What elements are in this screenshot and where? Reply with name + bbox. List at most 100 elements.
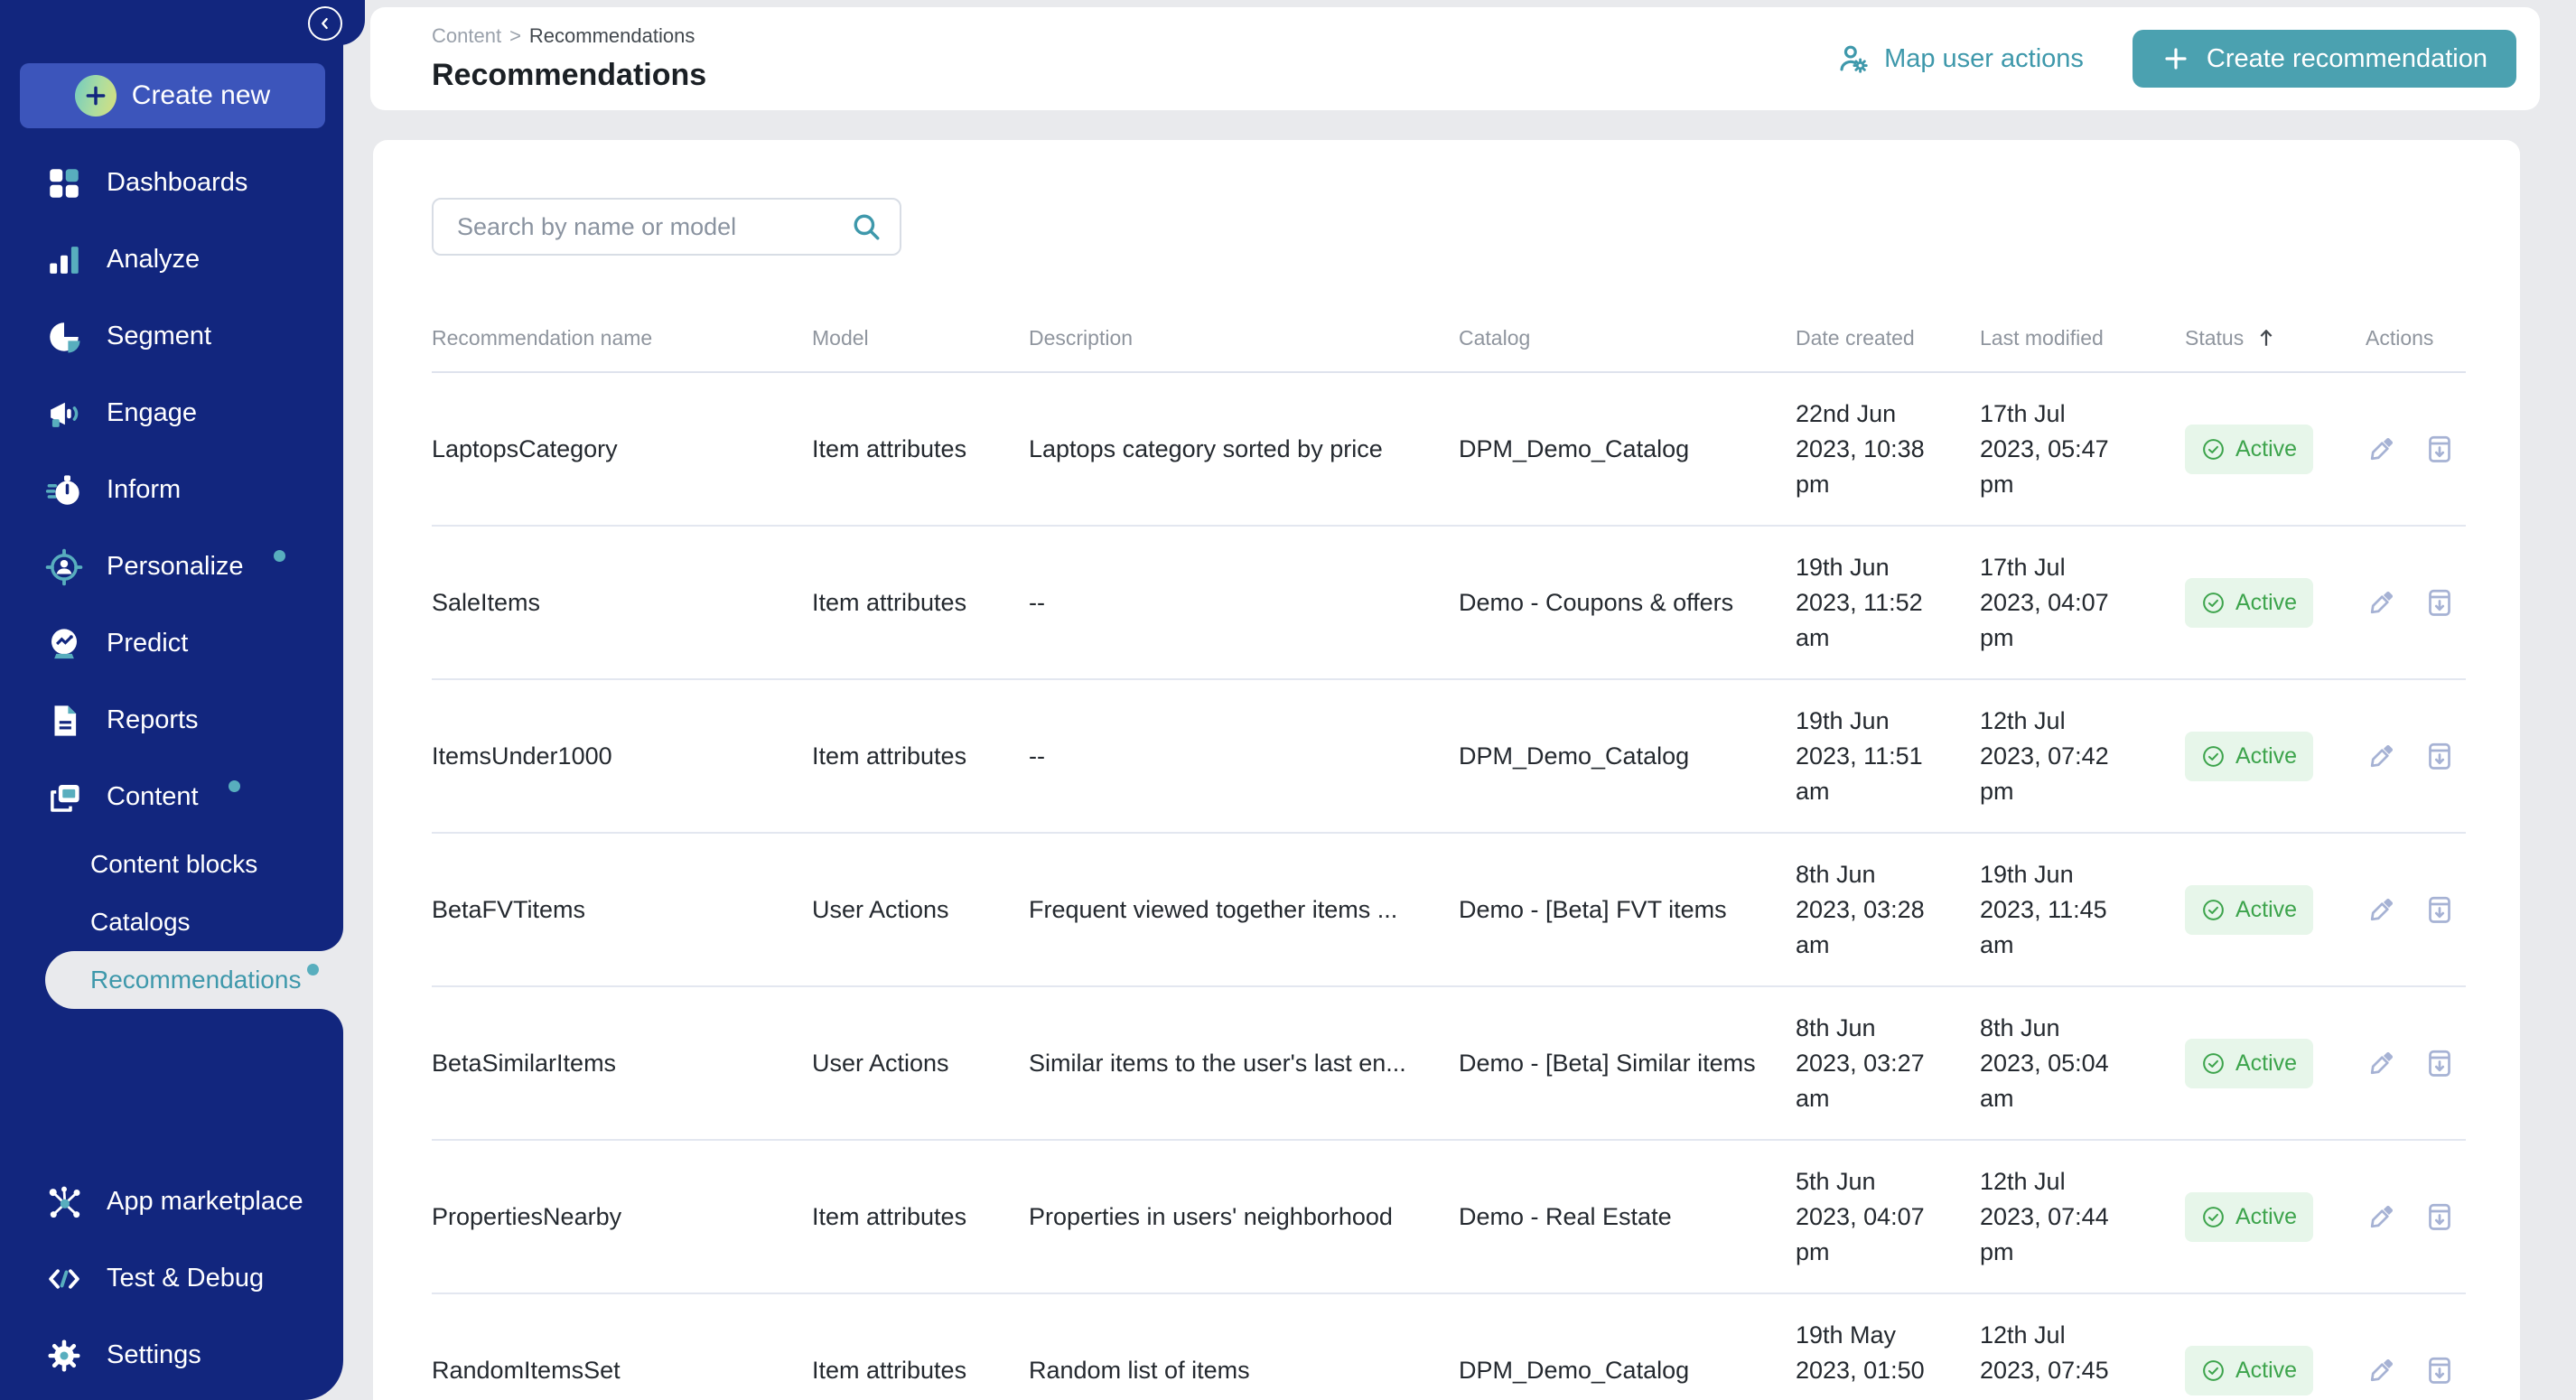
sidebar-item-app-marketplace[interactable]: App marketplace (0, 1163, 343, 1240)
edit-button[interactable] (2366, 586, 2398, 619)
cell-actions (2366, 1354, 2466, 1386)
sidebar-item-predict[interactable]: Predict (0, 605, 343, 682)
cell-description: Properties in users' neighborhood (1029, 1203, 1459, 1231)
breadcrumb-parent[interactable]: Content (432, 24, 501, 48)
status-badge: Active (2185, 1346, 2313, 1395)
create-recommendation-button[interactable]: Create recommendation (2133, 30, 2516, 88)
archive-button[interactable] (2423, 1047, 2456, 1079)
column-header-model[interactable]: Model (812, 326, 1029, 350)
status-label: Active (2235, 897, 2297, 923)
sidebar-collapse-button[interactable] (308, 6, 342, 41)
check-circle-icon (2201, 437, 2226, 462)
map-user-actions-link[interactable]: Map user actions (1831, 41, 2089, 77)
status-label: Active (2235, 1050, 2297, 1077)
sidebar-item-reports[interactable]: Reports (0, 682, 343, 759)
sidebar-nav: Dashboards Analyze Segment Engage Inform… (0, 145, 343, 1009)
sidebar-item-label: Personalize (107, 552, 244, 582)
sidebar-item-personalize[interactable]: Personalize (0, 528, 343, 605)
status-badge: Active (2185, 1192, 2313, 1242)
column-header-status[interactable]: Status (2185, 324, 2366, 351)
breadcrumb-current: Recommendations (529, 24, 695, 48)
page-title: Recommendations (432, 58, 1831, 93)
sidebar-item-content-blocks[interactable]: Content blocks (0, 835, 343, 893)
concave-corner-top (320, 928, 343, 951)
cell-description: Similar items to the user's last en... (1029, 1050, 1459, 1078)
sidebar-item-catalogs[interactable]: Catalogs (0, 893, 343, 951)
edit-button[interactable] (2366, 433, 2398, 465)
search-input[interactable] (455, 212, 840, 242)
cell-status: Active (2185, 578, 2366, 628)
cell-date-created: 8th Jun 2023, 03:28 am (1796, 857, 1980, 963)
column-header-recommendation-name[interactable]: Recommendation name (432, 326, 812, 350)
archive-button[interactable] (2423, 433, 2456, 465)
sidebar-item-engage[interactable]: Engage (0, 375, 343, 452)
status-label: Active (2235, 590, 2297, 616)
check-circle-icon (2201, 744, 2226, 769)
table-row[interactable]: RandomItemsSet Item attributes Random li… (432, 1294, 2466, 1400)
sidebar-item-test-debug[interactable]: Test & Debug (0, 1240, 343, 1317)
sidebar-item-label: Engage (107, 398, 197, 428)
cell-catalog: Demo - Coupons & offers (1459, 589, 1796, 617)
cell-date-created: 22nd Jun 2023, 10:38 pm (1796, 397, 1980, 502)
new-feature-dot (307, 964, 319, 975)
status-badge: Active (2185, 425, 2313, 474)
sidebar-item-recommendations[interactable]: Recommendations (45, 951, 343, 1009)
cell-actions (2366, 893, 2466, 926)
sidebar-subitem-label: Catalogs (90, 908, 191, 937)
cell-last-modified: 17th Jul 2023, 04:07 pm (1980, 550, 2185, 656)
sort-ascending-icon (2253, 324, 2280, 351)
archive-box-icon (2423, 893, 2456, 926)
sidebar-item-content[interactable]: Content (0, 759, 343, 835)
archive-button[interactable] (2423, 740, 2456, 772)
edit-button[interactable] (2366, 1200, 2398, 1233)
column-header-catalog[interactable]: Catalog (1459, 326, 1796, 350)
cell-recommendation-name: PropertiesNearby (432, 1203, 812, 1231)
page-header: Content > Recommendations Recommendation… (370, 7, 2540, 110)
column-header-description[interactable]: Description (1029, 326, 1459, 350)
sidebar-footer-nav: App marketplace Test & Debug Settings (0, 1163, 343, 1394)
column-header-last-modified[interactable]: Last modified (1980, 326, 2185, 350)
sidebar-item-segment[interactable]: Segment (0, 298, 343, 375)
page-header-left: Content > Recommendations Recommendation… (370, 24, 1831, 93)
sidebar-item-inform[interactable]: Inform (0, 452, 343, 528)
cell-status: Active (2185, 425, 2366, 474)
table-row[interactable]: BetaFVTitems User Actions Frequent viewe… (432, 834, 2466, 987)
column-header-actions: Actions (2366, 326, 2466, 350)
archive-button[interactable] (2423, 893, 2456, 926)
archive-button[interactable] (2423, 586, 2456, 619)
segment-icon (45, 318, 83, 356)
table-row[interactable]: BetaSimilarItems User Actions Similar it… (432, 987, 2466, 1141)
archive-button[interactable] (2423, 1354, 2456, 1386)
archive-button[interactable] (2423, 1200, 2456, 1233)
cell-catalog: Demo - [Beta] Similar items (1459, 1050, 1796, 1078)
table-row[interactable]: ItemsUnder1000 Item attributes -- DPM_De… (432, 680, 2466, 834)
pencil-icon (2366, 1047, 2398, 1079)
status-label: Active (2235, 1358, 2297, 1384)
sidebar-item-analyze[interactable]: Analyze (0, 221, 343, 298)
cell-catalog: DPM_Demo_Catalog (1459, 435, 1796, 463)
cell-description: Random list of items (1029, 1357, 1459, 1385)
breadcrumb: Content > Recommendations (432, 24, 1831, 48)
sidebar-item-dashboards[interactable]: Dashboards (0, 145, 343, 221)
cell-model: Item attributes (812, 1357, 1029, 1385)
edit-button[interactable] (2366, 1354, 2398, 1386)
cell-model: User Actions (812, 1050, 1029, 1078)
edit-button[interactable] (2366, 893, 2398, 926)
cell-recommendation-name: LaptopsCategory (432, 435, 812, 463)
table-row[interactable]: PropertiesNearby Item attributes Propert… (432, 1141, 2466, 1294)
check-circle-icon (2201, 1358, 2226, 1383)
dashboards-icon (45, 164, 83, 202)
search-icon[interactable] (851, 211, 882, 242)
sidebar-item-settings[interactable]: Settings (0, 1317, 343, 1394)
table-row[interactable]: LaptopsCategory Item attributes Laptops … (432, 373, 2466, 527)
edit-button[interactable] (2366, 1047, 2398, 1079)
cell-description: Laptops category sorted by price (1029, 435, 1459, 463)
edit-button[interactable] (2366, 740, 2398, 772)
pencil-icon (2366, 586, 2398, 619)
pencil-icon (2366, 1200, 2398, 1233)
sidebar: Create new Dashboards Analyze Segment En… (0, 0, 343, 1400)
status-label: Active (2235, 1204, 2297, 1230)
table-row[interactable]: SaleItems Item attributes -- Demo - Coup… (432, 527, 2466, 680)
column-header-date-created[interactable]: Date created (1796, 326, 1980, 350)
create-new-button[interactable]: Create new (20, 63, 325, 128)
